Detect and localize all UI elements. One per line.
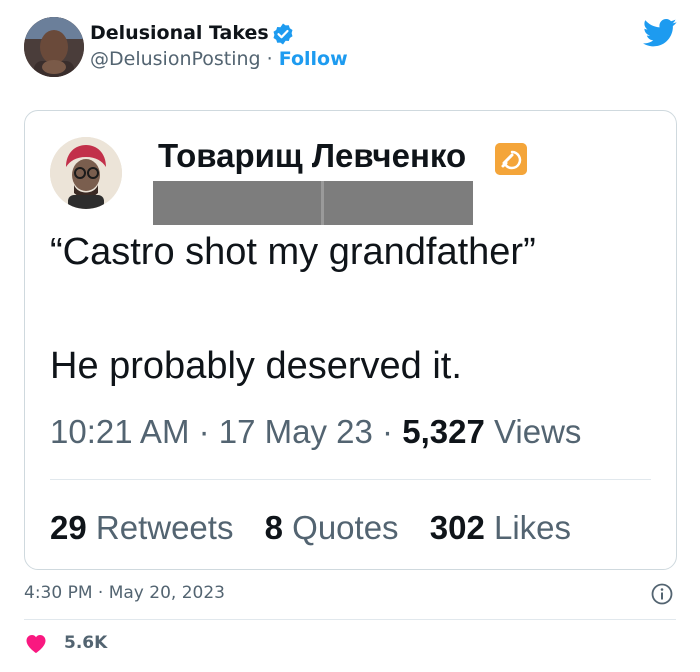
quoted-time: 10:21 AM <box>50 413 190 450</box>
like-action[interactable]: 5.6K <box>24 632 107 654</box>
quoted-views-count: 5,327 <box>402 413 485 450</box>
heart-icon[interactable] <box>24 632 48 654</box>
author-avatar-image <box>24 17 84 77</box>
info-icon[interactable] <box>651 583 673 605</box>
follow-button[interactable]: Follow <box>279 48 348 70</box>
footer-divider <box>24 619 676 620</box>
like-count: 5.6K <box>64 633 108 653</box>
quoted-text-line-2: He probably deserved it. <box>50 345 462 387</box>
quoted-divider <box>50 479 651 480</box>
redacted-bar-divider <box>321 181 324 225</box>
handle-row: @DelusionPosting · Follow <box>90 48 348 70</box>
likes-label: Likes <box>493 509 572 546</box>
hammer-and-sickle-icon <box>495 143 527 175</box>
quoted-author-avatar <box>50 137 122 209</box>
quotes-label: Quotes <box>292 509 399 546</box>
meta-dot: · <box>382 413 394 450</box>
verified-badge-icon <box>273 23 293 45</box>
quoted-avatar-image <box>50 137 122 209</box>
quoted-date: 17 May 23 <box>218 413 373 450</box>
author-handle[interactable]: @DelusionPosting <box>90 48 261 70</box>
quoted-tweet-card[interactable]: Товарищ Левченко “Castro shot my grandfa… <box>24 110 677 570</box>
meta-dot: · <box>198 413 210 450</box>
twitter-bird-icon[interactable] <box>643 18 677 48</box>
tweet-timestamp[interactable]: 4:30 PM · May 20, 2023 <box>24 583 225 603</box>
retweets-label: Retweets <box>95 509 234 546</box>
redacted-handle-bar <box>153 181 473 225</box>
quoted-meta-row: 10:21 AM · 17 May 23 · 5,327 Views <box>50 413 581 451</box>
quoted-text-line-1: “Castro shot my grandfather” <box>50 231 536 273</box>
quoted-stats-row: 29 Retweets 8 Quotes 302 Likes <box>50 509 571 547</box>
quoted-views-label: Views <box>493 413 582 450</box>
retweets-count: 29 <box>50 509 87 546</box>
quoted-author-name: Товарищ Левченко <box>158 137 467 174</box>
handle-separator: · <box>266 48 273 70</box>
author-avatar[interactable] <box>24 17 84 77</box>
author-name[interactable]: Delusional Takes <box>90 22 269 44</box>
quotes-count: 8 <box>264 509 283 546</box>
likes-count: 302 <box>429 509 485 546</box>
